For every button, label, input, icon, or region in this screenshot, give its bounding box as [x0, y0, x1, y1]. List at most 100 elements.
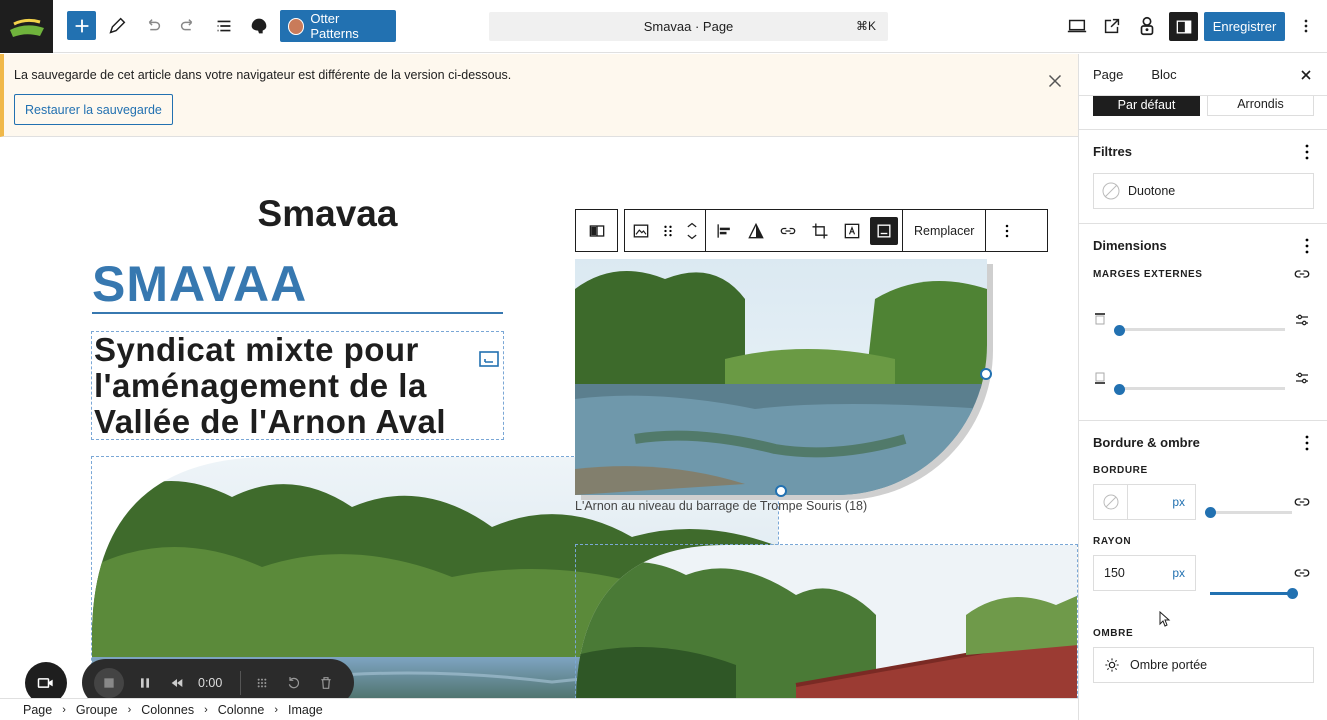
- document-overview-icon[interactable]: [212, 11, 236, 41]
- custom-value-settings-icon[interactable]: [1293, 311, 1311, 329]
- link-corners-icon[interactable]: [1293, 564, 1311, 582]
- style-rounded-button[interactable]: Arrondis: [1207, 96, 1314, 116]
- bridge-image-block[interactable]: [575, 544, 1078, 698]
- text-over-image-icon[interactable]: [836, 215, 868, 247]
- radius-field[interactable]: 150 px: [1093, 555, 1196, 591]
- close-icon[interactable]: [1044, 70, 1066, 92]
- chevron-right-icon: ›: [204, 703, 208, 716]
- restore-backup-button[interactable]: Restaurer la sauvegarde: [14, 94, 173, 125]
- preview-desktop-icon[interactable]: [1065, 11, 1089, 41]
- parent-block-button[interactable]: [575, 209, 618, 252]
- border-options-icon[interactable]: [1305, 435, 1309, 451]
- drop-shadow-label: Ombre portée: [1130, 658, 1208, 672]
- headline-block[interactable]: Syndicat mixte pour l'aménagement de la …: [91, 331, 504, 440]
- link-sides-icon[interactable]: [1293, 265, 1311, 283]
- border-slider-thumb[interactable]: [1205, 507, 1216, 518]
- dimensions-options-icon[interactable]: [1305, 238, 1309, 254]
- filters-title: Filtres: [1093, 144, 1133, 159]
- margins-label: MARGES EXTERNES: [1093, 269, 1203, 280]
- site-logo-icon[interactable]: [0, 0, 53, 53]
- redo-icon[interactable]: [176, 11, 200, 41]
- crop-icon[interactable]: [804, 215, 836, 247]
- move-up-down-icon[interactable]: [679, 215, 705, 247]
- border-label: BORDURE: [1093, 465, 1148, 476]
- border-width-field[interactable]: px: [1093, 484, 1196, 520]
- duotone-icon[interactable]: [740, 215, 772, 247]
- caption-toggle-icon[interactable]: [870, 216, 898, 245]
- style-default-button[interactable]: Par défaut: [1093, 96, 1200, 116]
- options-kebab-icon[interactable]: [1296, 11, 1316, 41]
- undo-icon[interactable]: [141, 11, 165, 41]
- plugin-robot-icon[interactable]: [1135, 11, 1159, 41]
- custom-value-settings-icon[interactable]: [1293, 369, 1311, 387]
- replace-button[interactable]: Remplacer: [903, 210, 987, 251]
- chevron-right-icon: ›: [127, 703, 132, 716]
- columns-icon: [589, 224, 604, 237]
- block-options-kebab-icon[interactable]: [986, 215, 1028, 247]
- otter-patterns-label: Otter Patterns: [310, 11, 359, 41]
- add-block-button[interactable]: [67, 11, 96, 40]
- radius-slider-thumb[interactable]: [1287, 588, 1298, 599]
- filters-options-icon[interactable]: [1305, 144, 1309, 160]
- margin-bottom-slider-track[interactable]: [1119, 387, 1285, 390]
- tools-pencil-icon[interactable]: [105, 11, 129, 41]
- margin-top-slider-track[interactable]: [1119, 328, 1285, 331]
- margin-bottom-icon: [1095, 372, 1105, 384]
- settings-sidebar-toggle-icon[interactable]: [1169, 12, 1198, 41]
- breadcrumb-page[interactable]: Page: [23, 703, 52, 717]
- editor-canvas[interactable]: Smavaa SMAVAA Syndicat mixte pour l'amén…: [0, 137, 1078, 698]
- border-slider-track[interactable]: [1210, 511, 1292, 514]
- resize-handle-right[interactable]: [980, 368, 992, 380]
- breadcrumb-column[interactable]: Colonne: [218, 703, 265, 717]
- image-caption[interactable]: L'Arnon au niveau du barrage de Trompe S…: [575, 499, 867, 513]
- view-page-external-icon[interactable]: [1100, 11, 1124, 41]
- resize-handle-bottom[interactable]: [775, 485, 787, 497]
- document-title: Smavaa · Page: [643, 19, 734, 34]
- align-left-icon[interactable]: [708, 215, 740, 247]
- trash-icon[interactable]: [315, 672, 337, 694]
- selected-image-block[interactable]: [575, 259, 987, 495]
- command-palette-bar[interactable]: Smavaa · Page ⌘K: [489, 12, 888, 41]
- drop-shadow-button[interactable]: Ombre portée: [1093, 647, 1314, 683]
- shadow-sun-icon: [1105, 658, 1119, 672]
- divider: [1079, 129, 1327, 130]
- otter-patterns-button[interactable]: Otter Patterns: [280, 10, 396, 42]
- drag-handle-icon[interactable]: [657, 215, 679, 247]
- heading-underline: [92, 312, 503, 314]
- move-grip-icon[interactable]: [251, 672, 273, 694]
- breadcrumb-columns[interactable]: Colonnes: [141, 703, 194, 717]
- save-button[interactable]: Enregistrer: [1204, 12, 1285, 41]
- tab-block[interactable]: Bloc: [1149, 67, 1179, 99]
- margin-bottom-slider-thumb[interactable]: [1114, 384, 1125, 395]
- autosave-notice: La sauvegarde de cet article dans votre …: [0, 54, 1078, 137]
- radius-slider-track[interactable]: [1210, 592, 1292, 595]
- radius-label: RAYON: [1093, 536, 1132, 547]
- pause-icon[interactable]: [134, 672, 156, 694]
- sidebar-tabs: Page Bloc: [1079, 54, 1327, 99]
- block-image-icon[interactable]: [479, 338, 499, 367]
- restart-icon[interactable]: [283, 672, 305, 694]
- radius-unit[interactable]: px: [1172, 566, 1195, 580]
- breadcrumb-image[interactable]: Image: [288, 703, 323, 717]
- tab-page[interactable]: Page: [1093, 67, 1123, 82]
- rewind-icon[interactable]: [166, 672, 188, 694]
- link-sides-icon[interactable]: [1293, 493, 1311, 511]
- command-shortcut: ⌘K: [855, 19, 876, 33]
- image-block-icon[interactable]: [625, 215, 657, 247]
- brand-heading[interactable]: SMAVAA: [92, 255, 307, 313]
- border-unit[interactable]: px: [1172, 495, 1195, 509]
- settings-sidebar: Page Bloc Par défaut Arrondis Filtres Du…: [1078, 54, 1327, 720]
- headline-text: Syndicat mixte pour l'aménagement de la …: [94, 331, 447, 440]
- radius-input[interactable]: 150: [1104, 566, 1172, 580]
- link-icon[interactable]: [772, 215, 804, 247]
- margin-top-slider-thumb[interactable]: [1114, 325, 1125, 336]
- block-toolbar: Remplacer: [624, 209, 1048, 252]
- border-color-swatch-icon[interactable]: [1094, 485, 1128, 519]
- plugin-head-icon[interactable]: [247, 11, 271, 41]
- close-sidebar-icon[interactable]: [1298, 67, 1314, 83]
- site-title[interactable]: Smavaa: [0, 193, 655, 235]
- notice-text: La sauvegarde de cet article dans votre …: [14, 68, 512, 82]
- breadcrumb-group[interactable]: Groupe: [76, 703, 118, 717]
- stop-icon[interactable]: [94, 667, 124, 698]
- duotone-button[interactable]: Duotone: [1093, 173, 1314, 209]
